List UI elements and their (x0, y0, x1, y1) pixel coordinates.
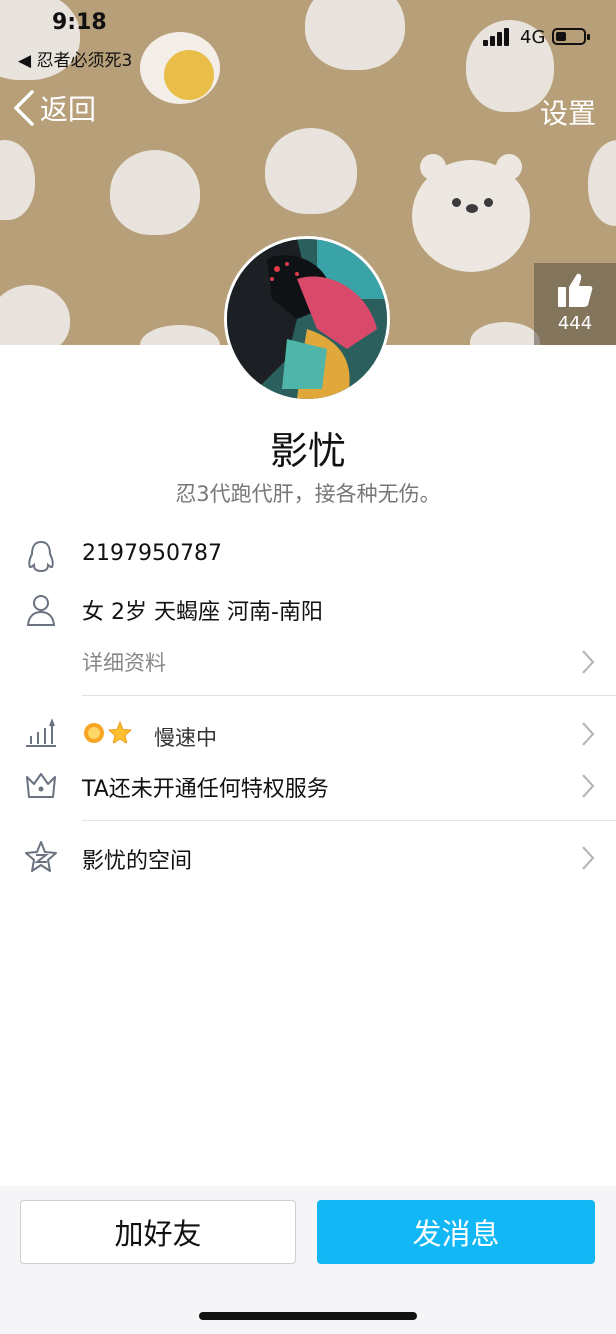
profile-name: 影忧 (269, 429, 346, 473)
privilege-row[interactable]: TA还未开通任何特权服务 (0, 766, 616, 806)
detail-info-row[interactable]: 详细资料 (0, 642, 616, 682)
send-message-button[interactable]: 发消息 (317, 1200, 595, 1264)
bun-decoration (0, 285, 70, 345)
level-status: 慢速中 (154, 726, 217, 750)
bun-decoration (0, 140, 35, 220)
privilege-text: TA还未开通任何特权服务 (82, 777, 329, 802)
qzone-star-icon (25, 841, 57, 872)
level-chart-icon (26, 718, 56, 747)
basic-info-text: 女 2岁 天蝎座 河南-南阳 (82, 600, 323, 625)
home-indicator[interactable] (199, 1312, 417, 1320)
qzone-link: 影忧的空间 (82, 849, 193, 874)
settings-button[interactable]: 设置 (540, 92, 596, 132)
crown-icon (26, 773, 56, 798)
chevron-right-icon (582, 774, 595, 798)
action-bar: 加好友 发消息 (0, 1186, 616, 1334)
chevron-right-icon (582, 846, 595, 870)
back-to-app-link[interactable]: ◀ 忍者必须死3 (18, 46, 132, 71)
like-count: 444 (557, 313, 593, 334)
bun-decoration (140, 325, 220, 345)
back-button[interactable]: 返回 (12, 88, 96, 128)
battery-icon (552, 28, 590, 45)
penguin-icon (28, 540, 54, 573)
star-icon (108, 721, 132, 745)
add-friend-button[interactable]: 加好友 (20, 1200, 296, 1264)
signal-icon (483, 28, 513, 46)
basic-info-row: 女 2岁 天蝎座 河南-南阳 (0, 590, 616, 630)
avatar[interactable] (224, 236, 390, 402)
sun-icon (84, 723, 104, 743)
chevron-right-icon (582, 722, 595, 746)
level-row[interactable]: 慢速中 (0, 714, 616, 754)
bun-decoration (588, 140, 616, 226)
level-badges (82, 721, 132, 745)
network-type: 4G (520, 27, 546, 48)
back-label: 返回 (40, 93, 97, 126)
bun-decoration (110, 150, 200, 235)
status-time: 9:18 (52, 10, 107, 35)
profile-signature: 忍3代跑代肝，接各种无伤。 (175, 482, 441, 506)
bun-decoration (470, 322, 540, 345)
status-bar: 9:18 ◀ 忍者必须死3 4G (0, 0, 616, 71)
divider (82, 695, 616, 696)
like-button[interactable]: 444 (534, 263, 616, 345)
avatar-image (227, 239, 387, 399)
person-icon (26, 595, 56, 626)
qq-number: 2197950787 (82, 541, 222, 566)
divider (82, 820, 616, 821)
thumbs-up-icon (558, 273, 593, 307)
qzone-row[interactable]: 影忧的空间 (0, 838, 616, 878)
detail-info-label: 详细资料 (82, 651, 166, 675)
bun-decoration (265, 128, 357, 214)
chevron-left-icon (14, 90, 34, 126)
chevron-right-icon (582, 650, 595, 674)
qq-number-row: 2197950787 (0, 537, 616, 577)
bear-decoration (412, 154, 530, 272)
